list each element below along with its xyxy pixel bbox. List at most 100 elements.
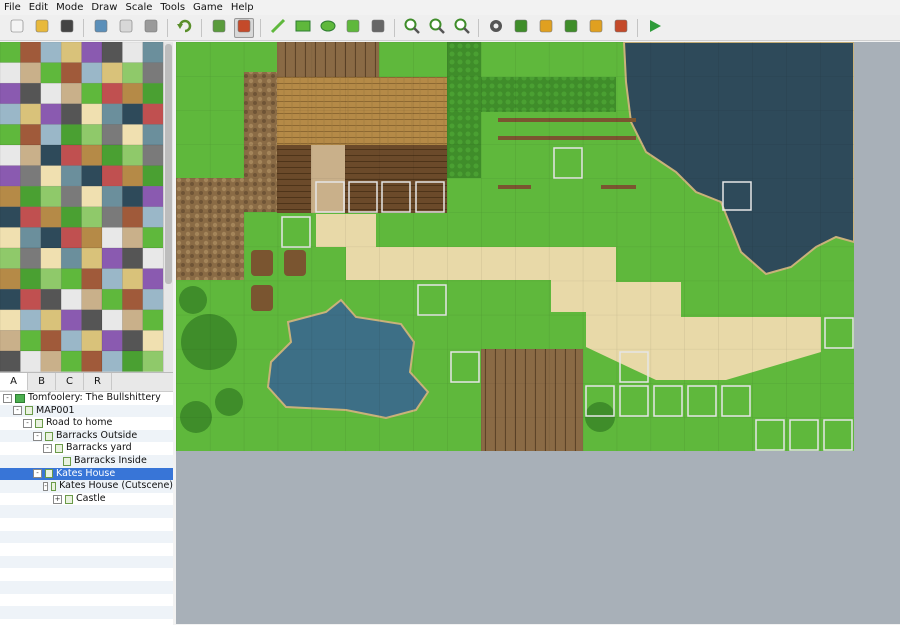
save-project-button[interactable] [57, 18, 77, 38]
ellipse-button[interactable] [318, 18, 338, 38]
toolbar [0, 15, 900, 41]
tileset-tab-r[interactable]: R [84, 373, 112, 390]
collapse-icon[interactable]: - [43, 481, 49, 491]
sound-test-button[interactable] [536, 18, 556, 38]
cut-button[interactable] [91, 18, 111, 38]
map-tree-label: Kates House [56, 467, 116, 479]
map-mode-icon [211, 18, 227, 37]
undo-button[interactable] [175, 18, 195, 38]
rectangle-button[interactable] [293, 18, 313, 38]
copy-button[interactable] [116, 18, 136, 38]
tileset-tab-c[interactable]: C [56, 373, 84, 390]
map-tree-label: Tomfoolery: The Bullshittery [28, 392, 161, 403]
map-tree-item[interactable]: - Barracks Outside [0, 429, 173, 443]
map-tree-label: Barracks yard [66, 442, 132, 454]
sound-test-icon [538, 18, 554, 37]
tileset-tab-b[interactable]: B [28, 373, 56, 390]
new-project-icon [9, 18, 25, 37]
tileset-tabs: ABCR [0, 372, 173, 391]
zoom-out-button[interactable] [427, 18, 447, 38]
map-tree-empty-row [0, 580, 173, 594]
map-icon [45, 431, 53, 441]
map-icon [65, 494, 73, 504]
collapse-icon[interactable]: - [43, 444, 52, 454]
collapse-icon[interactable]: - [13, 406, 22, 416]
tileset-palette[interactable] [0, 42, 163, 372]
menu-mode[interactable]: Mode [52, 0, 87, 15]
map-canvas[interactable] [176, 42, 854, 451]
menu-game[interactable]: Game [189, 0, 227, 15]
menu-edit[interactable]: Edit [25, 0, 52, 15]
menu-scale[interactable]: Scale [121, 0, 156, 15]
zoom-actual-button[interactable] [452, 18, 472, 38]
menu-file[interactable]: File [0, 0, 25, 15]
toolbar-separator [394, 18, 395, 37]
playtest-button[interactable] [645, 18, 665, 38]
collapse-icon[interactable]: - [33, 431, 42, 441]
fill-icon [345, 18, 361, 37]
database-button[interactable] [486, 18, 506, 38]
zoom-actual-icon [454, 18, 470, 37]
map-tree-empty-row [0, 530, 173, 544]
map-tree-item[interactable]: - Tomfoolery: The Bullshittery [0, 392, 173, 405]
pencil-button[interactable] [268, 18, 288, 38]
collapse-icon[interactable]: - [33, 469, 42, 479]
map-tree-label: Barracks Outside [56, 429, 138, 441]
map-tree-empty-row [0, 518, 173, 531]
plugin-manager-button[interactable] [511, 18, 531, 38]
event-mode-icon [236, 18, 252, 37]
map-tree-empty-row [0, 606, 173, 619]
map-tree-item[interactable]: - MAP001 [0, 404, 173, 418]
pencil-icon [270, 18, 286, 37]
map-tree-item[interactable]: - Barracks yard [0, 442, 173, 455]
map-tree-empty-row [0, 555, 173, 569]
ellipse-icon [320, 19, 336, 36]
palette-scrollbar-thumb[interactable] [165, 44, 172, 284]
paste-icon [143, 18, 159, 37]
zoom-in-icon [404, 18, 420, 37]
map-tree-empty-row [0, 568, 173, 581]
new-project-button[interactable] [7, 18, 27, 38]
character-generator-button[interactable] [611, 18, 631, 38]
map-tree-item[interactable]: - Kates House (Cutscene) [0, 480, 173, 493]
fill-button[interactable] [343, 18, 363, 38]
zoom-in-button[interactable] [402, 18, 422, 38]
paste-button[interactable] [141, 18, 161, 38]
event-searcher-button[interactable] [561, 18, 581, 38]
expand-icon[interactable]: + [53, 494, 62, 504]
menu-tools[interactable]: Tools [156, 0, 189, 15]
palette-scrollbar[interactable] [163, 42, 173, 372]
map-tree-empty-row [0, 543, 173, 556]
open-project-button[interactable] [32, 18, 52, 38]
map-mode-button[interactable] [209, 18, 229, 38]
map-tree-item[interactable]: - Road to home [0, 417, 173, 430]
collapse-icon[interactable]: - [3, 393, 12, 403]
tileset-tiles[interactable] [0, 42, 163, 372]
toolbar-separator [167, 18, 168, 37]
map-icon [25, 406, 33, 416]
rectangle-icon [295, 19, 311, 36]
map-tree-empty-row [0, 594, 173, 607]
save-project-icon [59, 18, 75, 37]
map-icon [55, 444, 63, 454]
map-tree-item[interactable]: Barracks Inside [0, 454, 173, 468]
toolbar-separator [260, 18, 261, 37]
event-mode-button[interactable] [233, 17, 254, 38]
project-icon [15, 393, 25, 403]
map-canvas-area[interactable] [176, 42, 900, 624]
map-tree-empty-row [0, 619, 173, 625]
shadow-pen-button[interactable] [368, 18, 388, 38]
collapse-icon[interactable]: - [23, 418, 32, 428]
map-tree-item[interactable]: + Castle [0, 493, 173, 506]
toolbar-separator [637, 18, 638, 37]
map-icon [35, 418, 43, 428]
menu-help[interactable]: Help [227, 0, 258, 15]
cut-icon [93, 18, 109, 37]
map-tree-item[interactable]: - Kates House [0, 467, 173, 481]
map-tree-label: Road to home [46, 417, 113, 429]
tileset-tab-a[interactable]: A [0, 373, 28, 390]
resource-manager-button[interactable] [586, 18, 606, 38]
menu-draw[interactable]: Draw [87, 0, 121, 15]
copy-icon [118, 18, 134, 37]
map-tree-label: Castle [76, 492, 106, 504]
